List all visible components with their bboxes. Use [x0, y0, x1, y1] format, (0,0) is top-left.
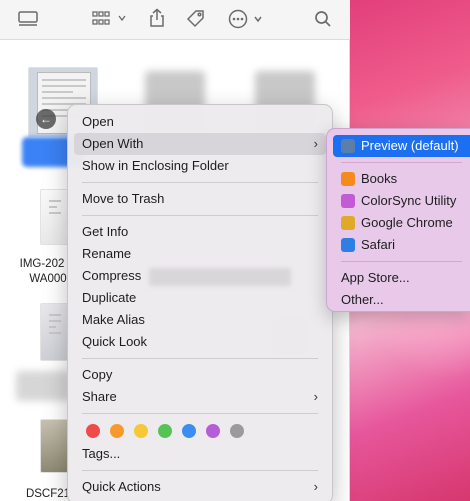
context-menu: Open Open With › Show in Enclosing Folde…	[67, 104, 333, 501]
colorsync-app-icon	[341, 194, 355, 208]
menu-separator	[82, 358, 318, 359]
back-arrow-icon[interactable]: ←	[36, 109, 56, 129]
group-by-icon[interactable]	[92, 11, 128, 27]
chrome-app-icon	[341, 216, 355, 230]
menu-separator	[82, 470, 318, 471]
menu-item-compress[interactable]: Compress	[74, 265, 326, 287]
menu-separator	[82, 413, 318, 414]
file-thumbnail[interactable]	[40, 303, 70, 361]
safari-app-icon	[341, 238, 355, 252]
menu-item-tags[interactable]: Tags...	[74, 443, 326, 465]
open-with-submenu: Preview (default) Books ColorSync Utilit…	[326, 128, 470, 312]
finder-toolbar	[0, 0, 350, 40]
submenu-item-google-chrome[interactable]: Google Chrome	[333, 212, 470, 234]
submenu-item-app-store[interactable]: App Store...	[333, 267, 470, 289]
menu-item-label: Compress	[82, 268, 142, 283]
chevron-right-icon: ›	[313, 136, 318, 151]
tag-green[interactable]	[158, 424, 172, 438]
chevron-right-icon: ›	[313, 389, 318, 404]
menu-item-label: Share	[82, 389, 117, 404]
tag-blue[interactable]	[182, 424, 196, 438]
compress-filename-redacted	[149, 267, 292, 286]
tag-yellow[interactable]	[134, 424, 148, 438]
view-toggle-icon[interactable]	[18, 11, 38, 27]
menu-item-label: Quick Actions	[82, 479, 161, 494]
file-thumbnail[interactable]	[40, 419, 70, 473]
tag-color-row	[74, 419, 326, 443]
tag-icon[interactable]	[186, 9, 206, 29]
submenu-item-label: Books	[361, 171, 398, 186]
submenu-item-label: Safari	[361, 237, 395, 252]
menu-item-move-to-trash[interactable]: Move to Trash	[74, 188, 326, 210]
menu-item-quick-look[interactable]: Quick Look	[74, 331, 326, 353]
search-icon[interactable]	[314, 10, 332, 28]
menu-item-make-alias[interactable]: Make Alias	[74, 309, 326, 331]
menu-item-open[interactable]: Open	[74, 111, 326, 133]
menu-separator	[82, 182, 318, 183]
tag-orange[interactable]	[110, 424, 124, 438]
file-name-label: IMG-202	[19, 258, 65, 270]
submenu-item-books[interactable]: Books	[333, 168, 470, 190]
books-app-icon	[341, 172, 355, 186]
menu-item-get-info[interactable]: Get Info	[74, 221, 326, 243]
submenu-item-other[interactable]: Other...	[333, 289, 470, 311]
tag-red[interactable]	[86, 424, 100, 438]
file-thumbnail[interactable]	[40, 189, 70, 245]
submenu-item-colorsync-utility[interactable]: ColorSync Utility	[333, 190, 470, 212]
menu-item-quick-actions[interactable]: Quick Actions ›	[74, 476, 326, 498]
menu-item-open-with[interactable]: Open With ›	[74, 133, 326, 155]
preview-app-icon	[341, 139, 355, 153]
tag-purple[interactable]	[206, 424, 220, 438]
menu-separator	[341, 162, 462, 163]
submenu-item-label: ColorSync Utility	[361, 193, 457, 208]
file-name-redacted	[16, 371, 71, 401]
submenu-item-safari[interactable]: Safari	[333, 234, 470, 256]
menu-separator	[82, 215, 318, 216]
tag-gray[interactable]	[230, 424, 244, 438]
chevron-right-icon: ›	[313, 479, 318, 494]
share-icon[interactable]	[148, 8, 166, 28]
menu-separator	[341, 261, 462, 262]
more-actions-icon[interactable]	[228, 9, 264, 29]
menu-item-label: Open With	[82, 136, 144, 151]
menu-item-duplicate[interactable]: Duplicate	[74, 287, 326, 309]
menu-item-rename[interactable]: Rename	[74, 243, 326, 265]
submenu-item-label: Preview (default)	[361, 138, 459, 153]
menu-item-copy[interactable]: Copy	[74, 364, 326, 386]
submenu-item-preview[interactable]: Preview (default)	[333, 135, 470, 157]
menu-item-show-in-enclosing-folder[interactable]: Show in Enclosing Folder	[74, 155, 326, 177]
menu-item-share[interactable]: Share ›	[74, 386, 326, 408]
submenu-item-label: Google Chrome	[361, 215, 453, 230]
